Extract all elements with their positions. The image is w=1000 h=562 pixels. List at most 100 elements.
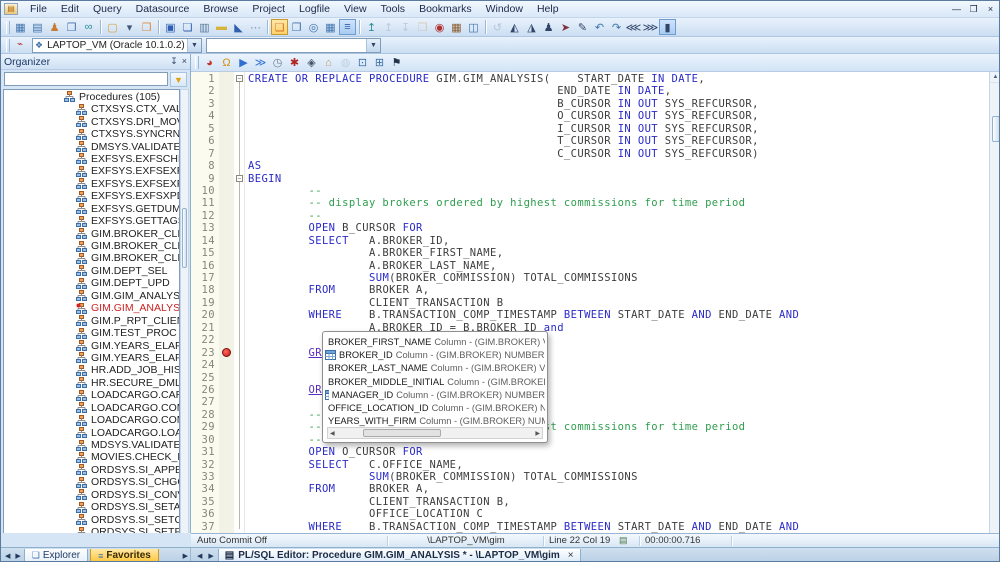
code-line[interactable]: SELECT C.OFFICE_NAME, — [248, 459, 989, 471]
hint-icon[interactable]: ◍ — [337, 55, 354, 71]
menu-datasource[interactable]: Datasource — [129, 2, 197, 16]
open-document-icon[interactable]: ❒ — [138, 19, 155, 35]
code-line[interactable]: SELECT A.BROKER_ID, — [248, 235, 989, 247]
check-in-icon[interactable]: ↥ — [363, 19, 380, 35]
autocomplete-item[interactable]: BROKER_FIRST_NAMEColumn - (GIM.BROKER) V… — [325, 335, 545, 348]
tree-item[interactable]: LOADCARGO.CARGO_F — [4, 389, 179, 401]
code-line[interactable]: A.BROKER_FIRST_NAME, — [248, 247, 989, 259]
menu-project[interactable]: Project — [245, 2, 292, 16]
execute-icon[interactable]: ◕ — [201, 55, 218, 71]
menu-browse[interactable]: Browse — [196, 2, 245, 16]
new-document-icon[interactable]: ▢ — [104, 19, 121, 35]
restore-button[interactable]: ❐ — [966, 3, 981, 16]
tree-item[interactable]: HR.ADD_JOB_HISTORY — [4, 364, 179, 376]
code-line[interactable]: O_CURSOR IN OUT SYS_REFCURSOR, — [248, 110, 989, 122]
tree-item[interactable]: ORDSYS.SI_CHGCONTE — [4, 476, 179, 488]
tree-item[interactable]: GIM.P_RPT_CLIENT_OR — [4, 314, 179, 327]
code-line[interactable]: OFFICE_LOCATION C — [248, 508, 989, 520]
organizer-vertical-scrollbar[interactable] — [180, 89, 189, 534]
tree-item[interactable]: ORDSYS.SI_CONVERTFC — [4, 489, 179, 501]
tree-item[interactable]: LOADCARGO.COMPUT — [4, 402, 179, 414]
code-window-icon[interactable]: ⊡ — [354, 55, 371, 71]
code-line[interactable]: B_CURSOR IN OUT SYS_REFCURSOR, — [248, 98, 989, 110]
autocomplete-item[interactable]: MANAGER_ID Column - (GIM.BROKER) NUMBER — [325, 388, 545, 401]
browser-window-icon[interactable]: ❐ — [288, 19, 305, 35]
undo-icon[interactable]: ↶ — [591, 19, 608, 35]
doc-scroll-right-icon[interactable]: ▶ — [206, 552, 215, 560]
code-line[interactable]: T_CURSOR IN OUT SYS_REFCURSOR, — [248, 135, 989, 147]
connect-icon[interactable]: ⌁ — [12, 38, 28, 52]
close-button[interactable]: × — [983, 3, 998, 16]
code-line[interactable]: OPEN B_CURSOR FOR — [248, 222, 989, 234]
code-area[interactable]: 1 2 3 4 5 6 7 8 9 10 11 12 13 14 15 16 17 18 19 20 21 22 23 24 2… — [191, 72, 989, 533]
scrollbar-thumb[interactable] — [362, 429, 441, 437]
autocomplete-item[interactable]: BROKER_MIDDLE_INITIAL Column - (GIM.BROKE… — [325, 375, 545, 388]
close-tab-icon[interactable]: × — [564, 550, 574, 561]
code-line[interactable]: -- — [248, 185, 989, 197]
tree-item[interactable]: GIM.BROKER_CLIENT_C — [4, 252, 179, 264]
spec-window-icon[interactable]: ⊞ — [371, 55, 388, 71]
find-objects-icon[interactable]: ∞ — [80, 19, 97, 35]
outdent-icon[interactable]: ⋙ — [642, 19, 659, 35]
tree-item[interactable]: GIM.DEPT_SEL — [4, 265, 179, 277]
tabs-scroll-left-icon[interactable]: ◀ — [3, 552, 12, 560]
new-dropdown-icon[interactable]: ▾ — [121, 19, 138, 35]
scroll-up-icon[interactable]: ▲ — [990, 72, 999, 83]
user-wizard-icon[interactable]: ♟ — [46, 19, 63, 35]
more-icon[interactable]: ⋯ — [247, 19, 264, 35]
code-line[interactable]: BEGIN — [248, 173, 989, 185]
panel-tab-favorites[interactable]: ≡ Favorites — [90, 549, 159, 561]
editor-vertical-scrollbar[interactable]: ▲ — [989, 72, 999, 533]
tabs-scroll-right-icon[interactable]: ▶ — [13, 552, 22, 560]
code-line[interactable]: OPEN O_CURSOR FOR — [248, 446, 989, 458]
tree-item[interactable]: ORDSYS.SI_SETCLRHST — [4, 513, 179, 526]
check-out-icon[interactable]: ↥ — [380, 19, 397, 35]
tree-item[interactable]: GIM.GIM_ANALYSIS2 — [4, 302, 179, 314]
menu-query[interactable]: Query — [86, 2, 129, 16]
code-line[interactable]: SUM(BROKER_COMMISSION) TOTAL_COMMISSIONS — [248, 471, 989, 483]
menu-edit[interactable]: Edit — [54, 2, 86, 16]
tree-item[interactable]: GIM.YEARS_ELAPSED — [4, 339, 179, 352]
code-line[interactable]: I_CURSOR IN OUT SYS_REFCURSOR, — [248, 123, 989, 135]
popup-horizontal-scrollbar[interactable]: ◀ ▶ — [327, 427, 543, 439]
session-new-icon[interactable]: ▦ — [12, 19, 29, 35]
tree-item[interactable]: EXFSYS.EXFSEXPFUNCL — [4, 178, 179, 190]
save-icon[interactable]: ▣ — [162, 19, 179, 35]
code-line[interactable]: -- — [248, 210, 989, 222]
organizer-filter-input[interactable] — [4, 72, 168, 86]
print-icon[interactable]: ▥ — [196, 19, 213, 35]
save-all-icon[interactable]: ❏ — [179, 19, 196, 35]
autocomplete-item[interactable]: BROKER_LAST_NAMEColumn - (GIM.BROKER) VA… — [325, 362, 545, 375]
tree-item[interactable]: CTXSYS.DRI_MOVE_CTX — [4, 115, 179, 128]
menu-help[interactable]: Help — [530, 2, 566, 16]
chevron-down-icon[interactable]: ▼ — [366, 38, 380, 52]
code-line[interactable]: END_DATE IN DATE, — [248, 85, 989, 97]
code-line[interactable]: SUM(BROKER_COMMISSION) TOTAL_COMMISSIONS — [248, 272, 989, 284]
tree-item[interactable]: ORDSYS.SI_APPENDCLF — [4, 464, 179, 476]
schema-combobox[interactable]: ▼ — [206, 37, 381, 53]
code-line[interactable]: WHERE B.TRANSACTION_COMP_TIMESTAMP BETWE… — [248, 521, 989, 533]
project-icon[interactable]: ▦ — [448, 19, 465, 35]
profiler-icon[interactable]: ⚑ — [388, 55, 405, 71]
db-navigator-icon[interactable]: ❐ — [63, 19, 80, 35]
sync-icon[interactable]: ↺ — [489, 19, 506, 35]
get-latest-icon[interactable]: ❒ — [414, 19, 431, 35]
tree-item[interactable]: CTXSYS.CTX_VALIDATE — [4, 103, 179, 115]
tree-item[interactable]: LOADCARGO.LOAD_CA — [4, 426, 179, 439]
tree-item[interactable]: ORDSYS.SI_SETAVGCLR — [4, 501, 179, 513]
find-all-icon[interactable]: ◮ — [523, 19, 540, 35]
run-icon[interactable]: ▶ — [235, 55, 252, 71]
chevron-down-icon[interactable]: ▼ — [187, 38, 201, 52]
tree-item[interactable]: GIM.GIM_ANALYSIS — [4, 290, 179, 302]
describe-icon[interactable]: ◈ — [303, 55, 320, 71]
user-add-icon[interactable]: ♟ — [540, 19, 557, 35]
output-window-icon[interactable]: ▦ — [322, 19, 339, 35]
tree-item[interactable]: GIM.YEARS_ELAPSED_Y — [4, 352, 179, 364]
find-next-icon[interactable]: ◭ — [506, 19, 523, 35]
scrollbar-thumb[interactable] — [992, 116, 999, 142]
connection-combobox[interactable]: ❖ LAPTOP_VM (Oracle 10.1.0.2) ▼ — [32, 37, 202, 53]
tree-item[interactable]: LOADCARGO.COMPUT — [4, 414, 179, 426]
apply-filter-icon[interactable]: ▼ — [170, 71, 187, 87]
redo-icon[interactable]: ↷ — [608, 19, 625, 35]
stop-clock-icon[interactable]: ◷ — [269, 55, 286, 71]
